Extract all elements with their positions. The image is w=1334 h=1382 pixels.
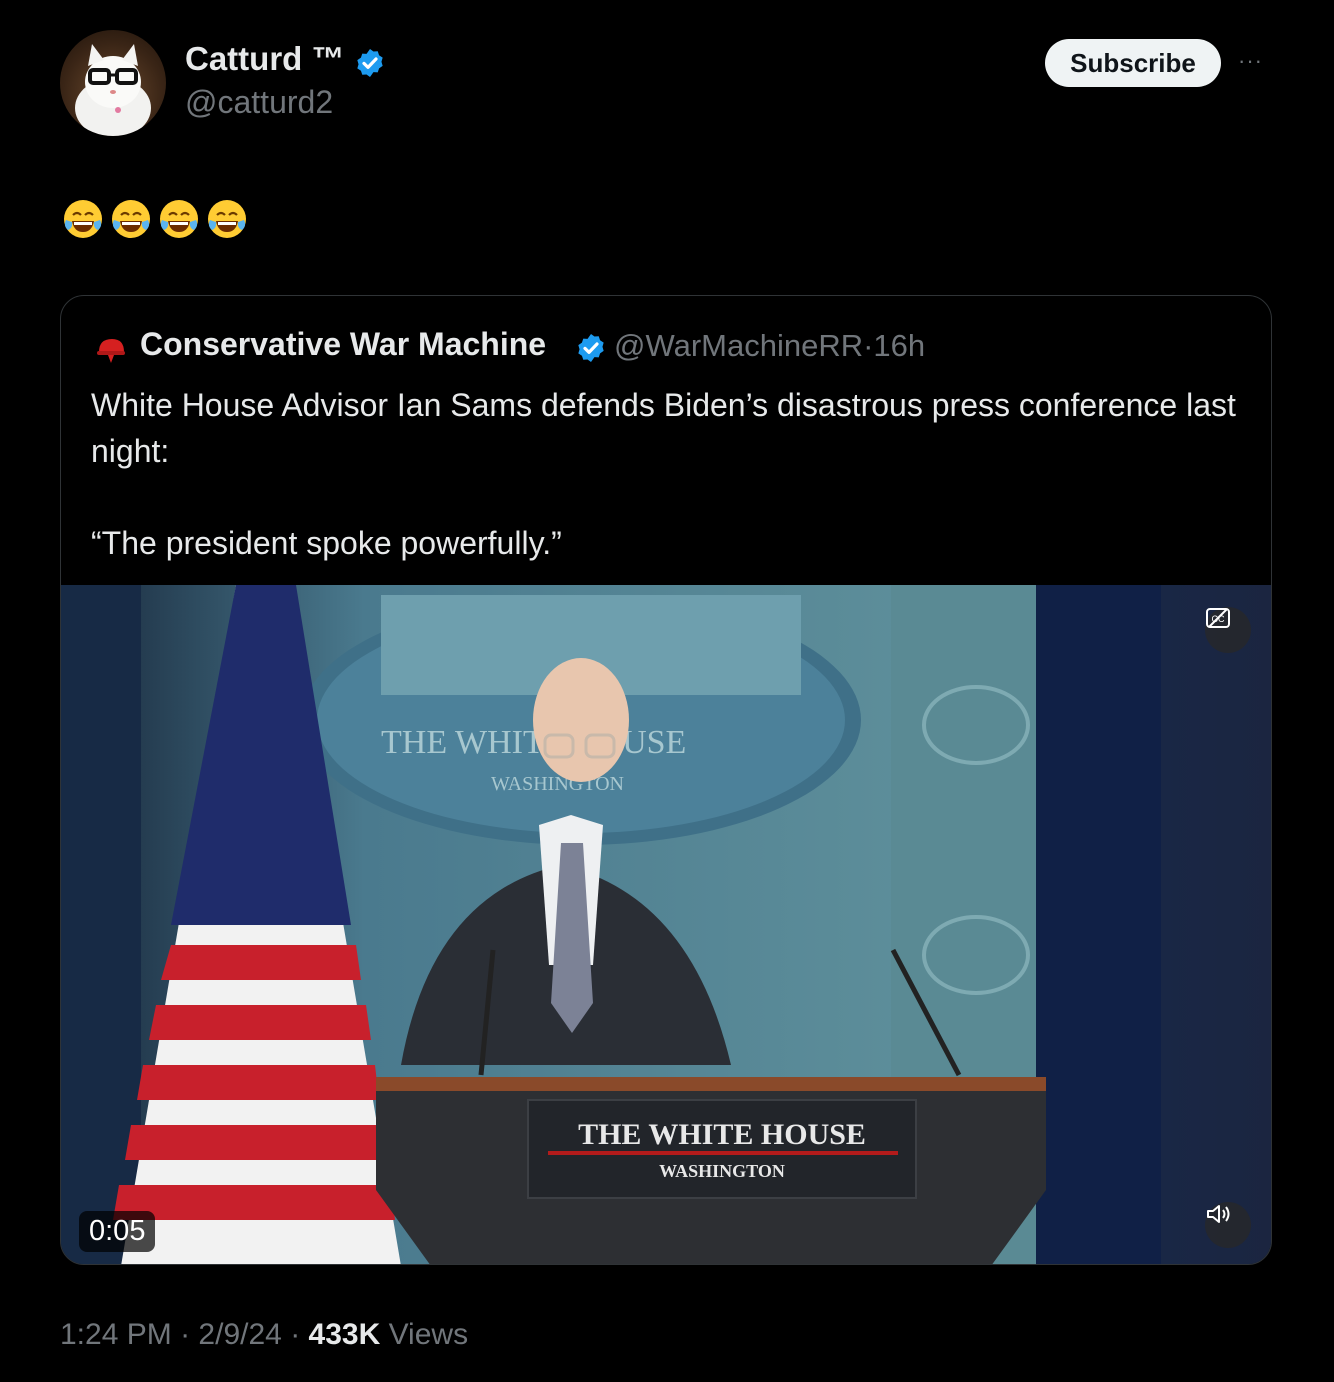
verified-badge-icon <box>578 334 604 362</box>
footer-separator: · <box>180 1318 191 1351</box>
post-date[interactable]: 2/9/24 <box>198 1318 281 1351</box>
more-options-icon[interactable]: ··· <box>1238 48 1263 74</box>
verified-badge-icon <box>357 49 383 77</box>
tears-of-joy-emoji-icon <box>112 200 150 238</box>
meta-separator: · <box>863 328 874 363</box>
footer-separator: · <box>290 1318 301 1351</box>
tears-of-joy-emoji-icon <box>64 200 102 238</box>
quoted-post[interactable]: Conservative War Machine @WarMachineRR·1… <box>60 295 1272 1265</box>
speaker-icon <box>1207 1205 1230 1223</box>
views-count: 433K <box>308 1318 381 1351</box>
backdrop-subtitle: WASHINGTON <box>491 773 624 795</box>
post-time[interactable]: 1:24 PM <box>60 1318 172 1351</box>
video-frame: THE WHITE HOUSE WASHINGTON THE WHITE HOU… <box>61 585 1271 1264</box>
podium-subtitle: WASHINGTON <box>659 1161 785 1181</box>
captions-button[interactable]: CC <box>1205 607 1251 653</box>
author-display-name[interactable]: Catturd ™ <box>185 40 345 78</box>
video-duration: 0:05 <box>79 1211 156 1252</box>
quoted-meta: @WarMachineRR·16h <box>614 328 925 364</box>
tears-of-joy-emoji-icon <box>208 200 246 238</box>
quoted-text-line2: “The president spoke powerfully.” <box>91 525 562 561</box>
quoted-text-line1: White House Advisor Ian Sams defends Bid… <box>91 387 1236 469</box>
views-label: Views <box>388 1318 469 1351</box>
video-player[interactable]: THE WHITE HOUSE WASHINGTON THE WHITE HOU… <box>61 585 1271 1264</box>
subscribe-button[interactable]: Subscribe <box>1045 39 1221 87</box>
quoted-handle[interactable]: @WarMachineRR <box>614 328 863 363</box>
author-handle[interactable]: @catturd2 <box>185 84 333 121</box>
tears-of-joy-emoji-icon <box>160 200 198 238</box>
quoted-display-name[interactable]: Conservative War Machine <box>140 326 546 363</box>
volume-button[interactable] <box>1205 1202 1251 1248</box>
cat-avatar-icon <box>75 44 151 136</box>
post-text <box>62 198 248 240</box>
podium-title: THE WHITE HOUSE <box>578 1118 866 1151</box>
quoted-age[interactable]: 16h <box>873 328 925 363</box>
quoted-text: White House Advisor Ian Sams defends Bid… <box>91 382 1241 566</box>
author-avatar[interactable] <box>60 30 166 136</box>
captions-off-icon: CC <box>1206 608 1230 628</box>
red-helmet-icon <box>97 339 125 363</box>
post-footer: 1:24 PM · 2/9/24 · 433K Views <box>60 1318 468 1352</box>
